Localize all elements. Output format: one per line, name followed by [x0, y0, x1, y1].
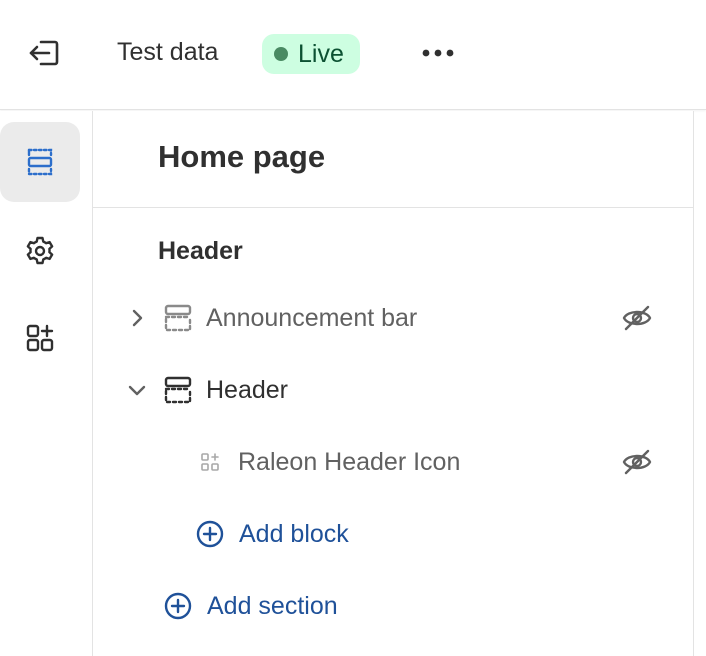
- status-badge: Live: [262, 34, 360, 74]
- section-icon: [163, 375, 193, 405]
- status-badge-label: Live: [298, 39, 344, 68]
- group-label-header: Header: [158, 237, 243, 265]
- block-row-raleon-header-icon[interactable]: Raleon Header Icon: [93, 434, 694, 490]
- gear-icon: [26, 236, 54, 265]
- add-section-label: Add section: [207, 591, 338, 620]
- sections-panel: Home page Header Announcement bar Header…: [93, 111, 694, 656]
- plus-circle-icon: [196, 520, 224, 548]
- block-label: Raleon Header Icon: [238, 448, 461, 476]
- section-label: Header: [206, 376, 288, 404]
- theme-name[interactable]: Test data: [117, 38, 218, 67]
- eye-off-icon[interactable]: [621, 447, 653, 477]
- chevron-down-icon[interactable]: [125, 378, 149, 402]
- apps-add-icon: [26, 324, 54, 352]
- rail-apps-button[interactable]: [0, 298, 80, 378]
- eye-off-icon[interactable]: [621, 303, 653, 333]
- page-title: Home page: [158, 139, 326, 174]
- top-bar: Test data Live: [0, 0, 706, 110]
- section-row-announcement-bar[interactable]: Announcement bar: [93, 290, 694, 346]
- add-block-button[interactable]: Add block: [195, 512, 349, 556]
- more-horizontal-icon: [422, 49, 454, 57]
- exit-button[interactable]: [22, 34, 66, 72]
- exit-icon: [29, 40, 59, 66]
- add-block-label: Add block: [239, 519, 349, 548]
- add-section-button[interactable]: Add section: [163, 584, 338, 628]
- rail-theme-settings-button[interactable]: [0, 211, 80, 291]
- left-rail: [0, 111, 93, 656]
- app-block-icon: [199, 451, 221, 473]
- sections-icon: [27, 148, 53, 176]
- plus-circle-icon: [164, 592, 192, 620]
- panel-divider: [93, 207, 694, 208]
- section-row-header[interactable]: Header: [93, 362, 694, 418]
- live-status-dot: [274, 47, 288, 61]
- more-actions-button[interactable]: [412, 34, 464, 72]
- chevron-right-icon[interactable]: [125, 306, 149, 330]
- rail-sections-button[interactable]: [0, 122, 80, 202]
- section-icon: [163, 303, 193, 333]
- section-label: Announcement bar: [206, 304, 418, 332]
